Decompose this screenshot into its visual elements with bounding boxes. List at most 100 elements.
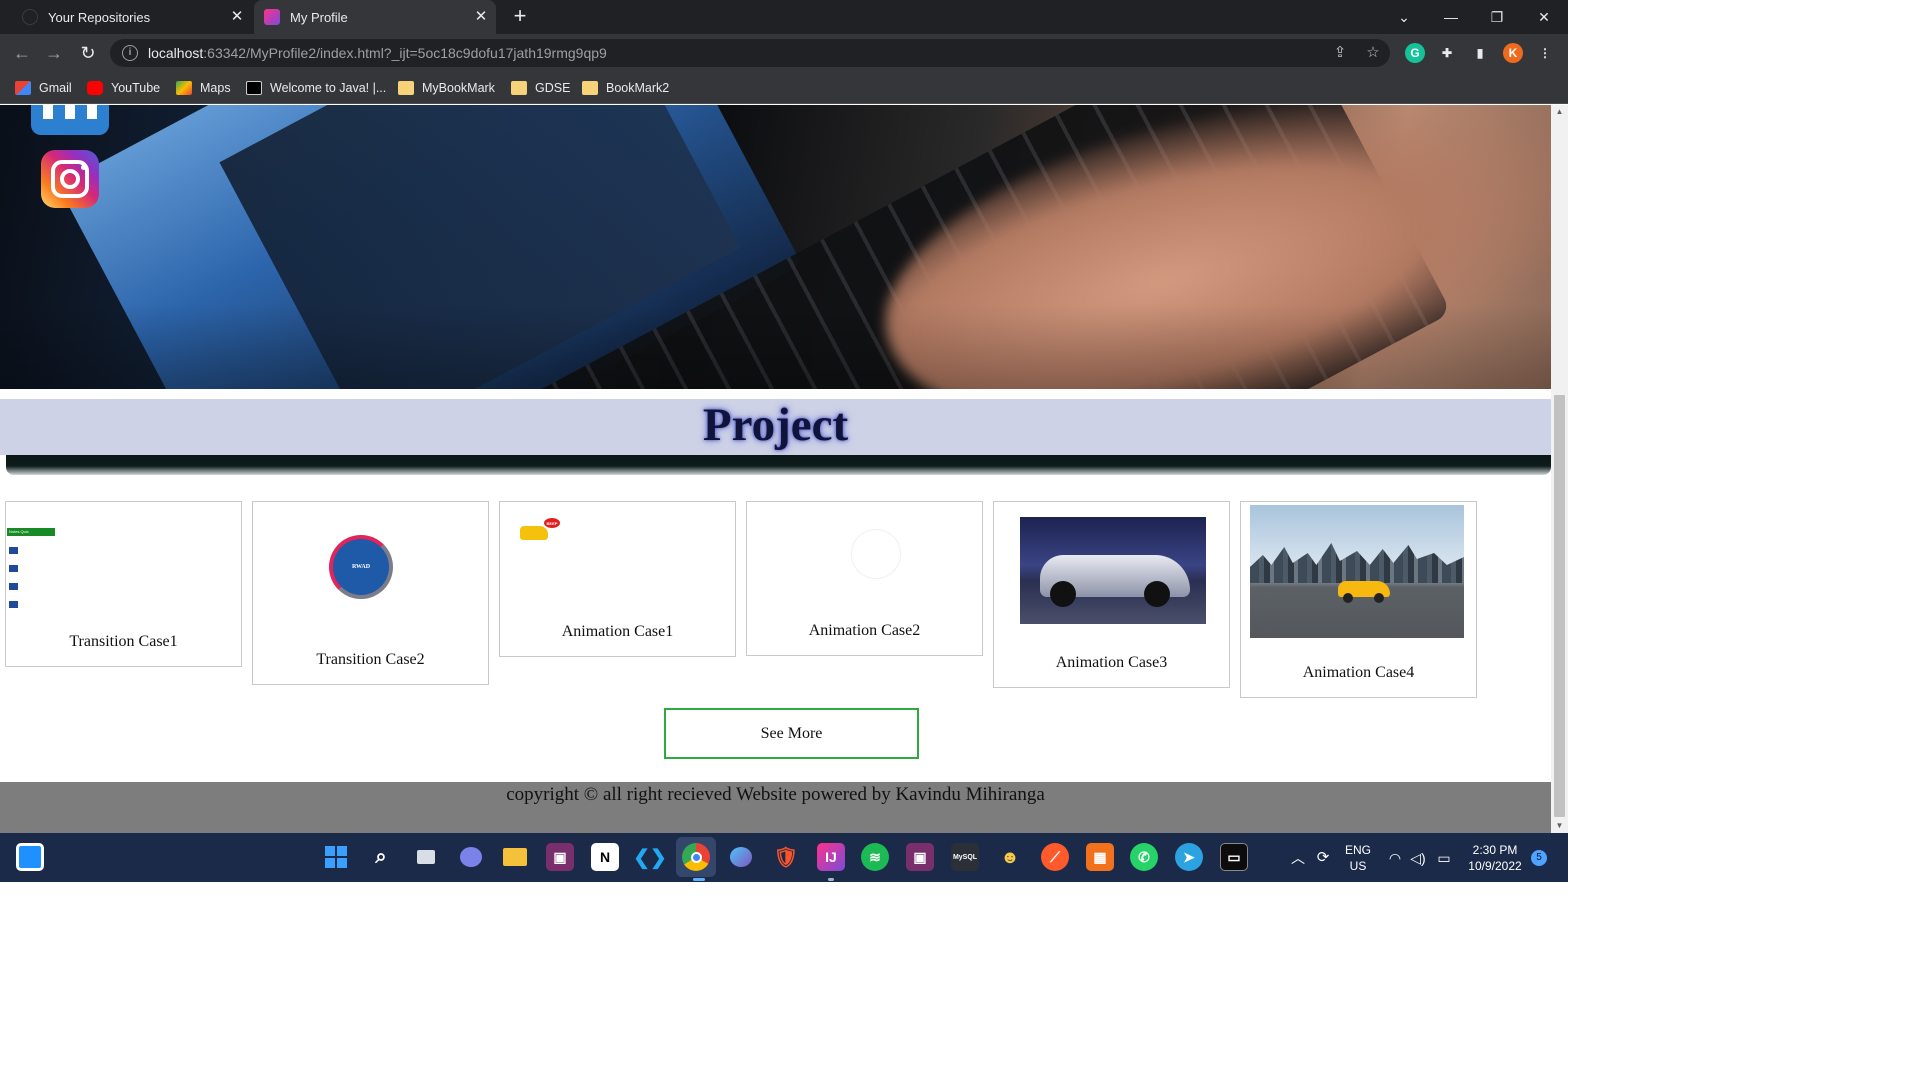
new-tab-button[interactable]: +: [508, 5, 532, 29]
start-icon[interactable]: [322, 843, 350, 871]
url-host: localhost: [148, 45, 204, 61]
region-code: US: [1349, 858, 1367, 873]
address-bar[interactable]: i localhost:63342/MyProfile2/index.html?…: [110, 39, 1390, 67]
language-indicator[interactable]: ENG US: [1340, 833, 1376, 882]
app-cubes-icon[interactable]: ▦: [1086, 843, 1114, 871]
card-label: Transition Case2: [316, 651, 425, 668]
bookmark-gmail[interactable]: Gmail: [15, 79, 72, 97]
page-scrollbar[interactable]: ▲ ▼: [1551, 105, 1568, 833]
tray-chevron-icon[interactable]: ︿: [1290, 833, 1306, 882]
search-icon[interactable]: ⌕: [367, 843, 395, 871]
thumbnail-icon: [9, 583, 18, 590]
minimize-button[interactable]: —: [1428, 0, 1474, 34]
bookmark-label: BookMark2: [606, 81, 670, 95]
social-link-icon[interactable]: [31, 105, 109, 135]
project-card-animation-case1[interactable]: BEEP Animation Case1: [499, 501, 736, 657]
menu-icon[interactable]: ⋮: [1535, 43, 1555, 63]
file-explorer-icon[interactable]: [501, 843, 529, 871]
terminal-icon[interactable]: ▭: [1220, 843, 1248, 871]
battery-icon[interactable]: ▭: [1434, 833, 1454, 882]
extensions-icon[interactable]: ✚: [1437, 43, 1457, 63]
browser-toolbar: ← → ↻ i localhost:63342/MyProfile2/index…: [0, 34, 1568, 72]
hero-image: [0, 105, 1551, 389]
tab-title: Your Repositories: [48, 9, 151, 25]
teams-chat-icon[interactable]: [457, 843, 485, 871]
footer-copyright: copyright © all right recieved Website p…: [506, 784, 1045, 805]
instagram-icon[interactable]: [41, 150, 99, 208]
whatsapp-icon[interactable]: ✆: [1130, 843, 1158, 871]
forward-icon[interactable]: →: [42, 41, 66, 65]
bookmark-star-icon[interactable]: ☆: [1364, 44, 1382, 62]
browser-tab-strip: Your Repositories ✕ My Profile ✕ + ⌄ — ❐…: [0, 0, 1568, 34]
wifi-icon[interactable]: ◠: [1386, 833, 1404, 882]
url-path: :63342/MyProfile2/index.html?_ijt=5oc18c…: [203, 45, 607, 61]
pikachu-icon[interactable]: ☻: [996, 843, 1024, 871]
bookmark-welcome-to-java[interactable]: Welcome to Java! |...: [246, 79, 386, 97]
mysql-workbench-icon[interactable]: MySQL: [951, 843, 979, 871]
volume-icon[interactable]: ◁): [1409, 833, 1427, 882]
thumbnail-city: [1250, 505, 1464, 638]
thumbnail-circle: [851, 529, 901, 579]
clock-time: 2:30 PM: [1472, 842, 1518, 857]
back-icon[interactable]: ←: [10, 41, 34, 65]
scrollbar-thumb[interactable]: [1554, 395, 1565, 817]
card-label: Animation Case3: [1055, 654, 1168, 671]
share-icon[interactable]: ⇪: [1331, 44, 1349, 62]
intellij-icon[interactable]: IJ: [817, 843, 845, 871]
notion-icon[interactable]: N: [591, 843, 619, 871]
paint-icon[interactable]: [727, 843, 755, 871]
section-title: Project: [702, 399, 849, 451]
tab-your-repositories[interactable]: Your Repositories ✕: [8, 0, 252, 34]
beep-icon: BEEP: [544, 518, 560, 528]
tab-search-icon[interactable]: ⌄: [1381, 0, 1427, 34]
bookmark-youtube[interactable]: YouTube: [87, 79, 160, 97]
bookmark-mybookmark[interactable]: MyBookMark: [398, 79, 495, 97]
clock[interactable]: 2:30 PM 10/9/2022: [1462, 833, 1528, 882]
bookmark-bookmark2[interactable]: BookMark2: [582, 79, 669, 97]
bookmark-label: GDSE: [535, 81, 571, 95]
close-tab-icon[interactable]: ✕: [228, 8, 246, 26]
close-tab-icon[interactable]: ✕: [472, 8, 490, 26]
running-indicator: [828, 878, 834, 881]
scroll-down-icon[interactable]: ▼: [1551, 819, 1568, 833]
project-card-animation-case3[interactable]: Animation Case3: [993, 501, 1230, 688]
project-card-transition-case1[interactable]: Notes Quic Transition Case1: [5, 501, 242, 667]
folder-icon: [511, 81, 527, 95]
video-app-icon[interactable]: ▣: [906, 843, 934, 871]
reload-icon[interactable]: ↻: [76, 41, 100, 65]
tab-my-profile[interactable]: My Profile ✕: [254, 0, 496, 34]
restore-button[interactable]: ❐: [1474, 0, 1520, 34]
close-window-button[interactable]: ✕: [1521, 0, 1567, 34]
widgets-icon[interactable]: [16, 843, 44, 871]
telegram-icon[interactable]: ➤: [1175, 843, 1203, 871]
project-card-animation-case4[interactable]: Animation Case4: [1240, 501, 1477, 698]
grammarly-icon[interactable]: G: [1405, 43, 1425, 63]
scroll-up-icon[interactable]: ▲: [1551, 105, 1568, 119]
active-indicator: [693, 878, 705, 881]
spotify-icon[interactable]: ≋: [861, 843, 889, 871]
tab-title: My Profile: [290, 9, 348, 25]
brave-icon[interactable]: 🛡: [772, 843, 800, 871]
notification-badge[interactable]: 5: [1530, 833, 1548, 882]
site-info-icon[interactable]: i: [122, 45, 138, 61]
bookmark-label: Maps: [200, 81, 231, 95]
sync-icon[interactable]: ⟳: [1312, 833, 1334, 882]
vscode-icon[interactable]: ❮❯: [633, 843, 667, 871]
project-card-transition-case2[interactable]: RWAD Transition Case2: [252, 501, 489, 685]
task-view-icon[interactable]: [412, 843, 440, 871]
maps-icon: [176, 81, 192, 95]
bookmark-maps[interactable]: Maps: [176, 79, 231, 97]
profile-avatar[interactable]: K: [1503, 43, 1523, 63]
language-code: ENG: [1344, 842, 1371, 857]
bookmark-gdse[interactable]: GDSE: [511, 79, 570, 97]
card-label: Animation Case1: [561, 623, 674, 640]
folder-icon: [398, 81, 414, 95]
chrome-icon[interactable]: [682, 843, 710, 871]
bookmark-label: Gmail: [39, 81, 72, 95]
media-app-icon[interactable]: ▣: [546, 843, 574, 871]
side-panel-icon[interactable]: ▮: [1470, 43, 1490, 63]
clock-date: 10/9/2022: [1468, 858, 1522, 873]
compass-icon[interactable]: ⟋: [1041, 843, 1069, 871]
see-more-button[interactable]: See More: [664, 708, 919, 759]
project-card-animation-case2[interactable]: Animation Case2: [746, 501, 983, 656]
